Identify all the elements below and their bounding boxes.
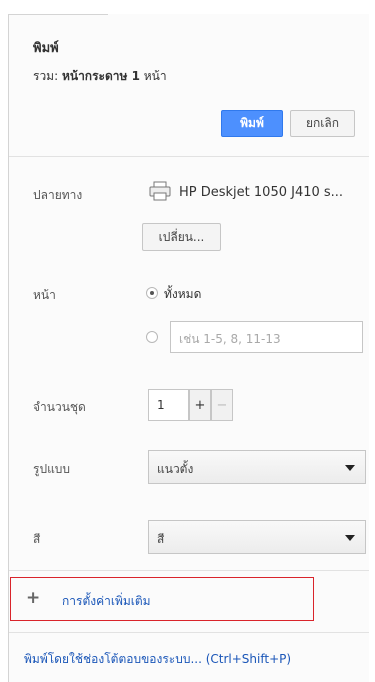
printer-name: HP Deskjet 1050 J410 s... — [179, 185, 344, 200]
copies-increment-button[interactable]: + — [189, 389, 211, 421]
summary-suffix: หน้า — [139, 69, 167, 83]
more-settings-link[interactable]: การตั้งค่าเพิ่มเติม — [62, 592, 151, 611]
system-dialog-link[interactable]: พิมพ์โดยใช้ช่องโต้ตอบของระบบ... (Ctrl+Sh… — [24, 650, 291, 669]
summary-prefix: รวม: — [33, 69, 62, 83]
divider — [9, 632, 369, 633]
divider — [9, 156, 369, 157]
layout-label: รูปแบบ — [33, 462, 71, 476]
pages-all-radio[interactable] — [146, 287, 158, 299]
pages-range-radio[interactable] — [146, 331, 158, 343]
copies-decrement-button[interactable]: − — [211, 389, 233, 421]
plus-icon[interactable]: + — [26, 590, 40, 607]
dropdown-arrow-icon — [345, 535, 355, 541]
pages-label: หน้า — [33, 288, 56, 302]
page-title: พิมพ์ — [33, 41, 59, 56]
copies-label: จำนวนชุด — [33, 400, 86, 414]
summary-value: หน้ากระดาษ 1 — [61, 69, 140, 83]
change-destination-button[interactable]: เปลี่ยน... — [142, 223, 221, 251]
print-button[interactable]: พิมพ์ — [221, 110, 283, 137]
copies-input[interactable]: 1 — [148, 389, 189, 421]
layout-select[interactable]: แนวตั้ง — [148, 450, 366, 484]
color-label: สี — [33, 532, 41, 546]
top-border — [8, 14, 108, 15]
divider — [9, 570, 369, 571]
printer-icon — [149, 181, 171, 201]
color-select[interactable]: สี — [148, 520, 366, 554]
color-value: สี — [157, 532, 165, 546]
print-header: พิมพ์ รวม: หน้ากระดาษ 1 หน้า พิมพ์ ยกเลิ… — [9, 14, 369, 154]
cancel-button[interactable]: ยกเลิก — [290, 110, 355, 137]
pages-all-label: ทั้งหมด — [164, 287, 202, 301]
destination-label: ปลายทาง — [33, 188, 83, 202]
more-settings-highlight[interactable] — [10, 577, 314, 621]
dropdown-arrow-icon — [345, 465, 355, 471]
layout-value: แนวตั้ง — [157, 462, 194, 476]
pages-range-input[interactable]: เช่น 1-5, 8, 11-13 — [170, 321, 363, 353]
page-summary: รวม: หน้ากระดาษ 1 หน้า — [33, 67, 167, 86]
